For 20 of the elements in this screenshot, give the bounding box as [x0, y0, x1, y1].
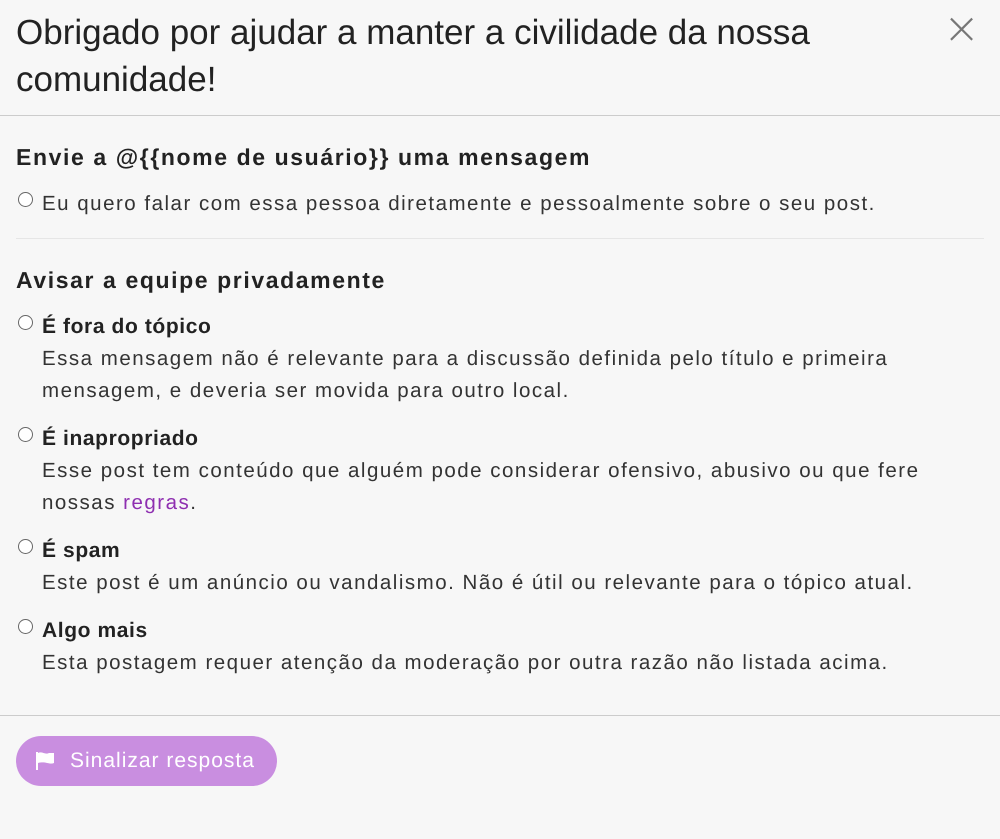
close-button[interactable]: × — [939, 9, 984, 49]
radio-button[interactable] — [18, 427, 33, 442]
option-label: É fora do tópico — [42, 313, 212, 340]
section-heading: Envie a @{{nome de usuário}} uma mensagem — [16, 143, 592, 172]
option-description: Essa mensagem não é relevante para a discussão definida pelo título e primeira mensagem, e deveria ser movida para outro local. — [42, 346, 890, 404]
section-heading: Avisar a equipe privadamente — [16, 266, 387, 295]
option-description: Esta postagem requer atenção da moderação por outra razão não listada acima. — [42, 650, 889, 676]
option-description: Esse post tem conteúdo que alguém pode considerar ofensivo, abusivo ou que fere nossas regras. — [42, 458, 920, 516]
dialog-title: Obrigado por ajudar a manter a civilidade da nossa comunidade! — [16, 12, 811, 101]
radio-button[interactable] — [18, 619, 33, 634]
flag-icon — [34, 751, 56, 771]
radio-button[interactable] — [18, 192, 33, 207]
option-label: É spam — [42, 537, 122, 564]
radio-button[interactable] — [18, 539, 33, 554]
rules-link[interactable]: regras — [123, 491, 190, 514]
option-label: Algo mais — [42, 618, 149, 644]
option-description: Este post é um anúncio ou vandalismo. Não é útil ou relevante para o tópico atual. — [42, 570, 914, 596]
radio-button[interactable] — [18, 315, 33, 330]
option-label: É inapropriado — [42, 425, 200, 452]
option-description: Eu quero falar com essa pessoa diretamente e pessoalmente sobre o seu post. — [42, 191, 876, 217]
